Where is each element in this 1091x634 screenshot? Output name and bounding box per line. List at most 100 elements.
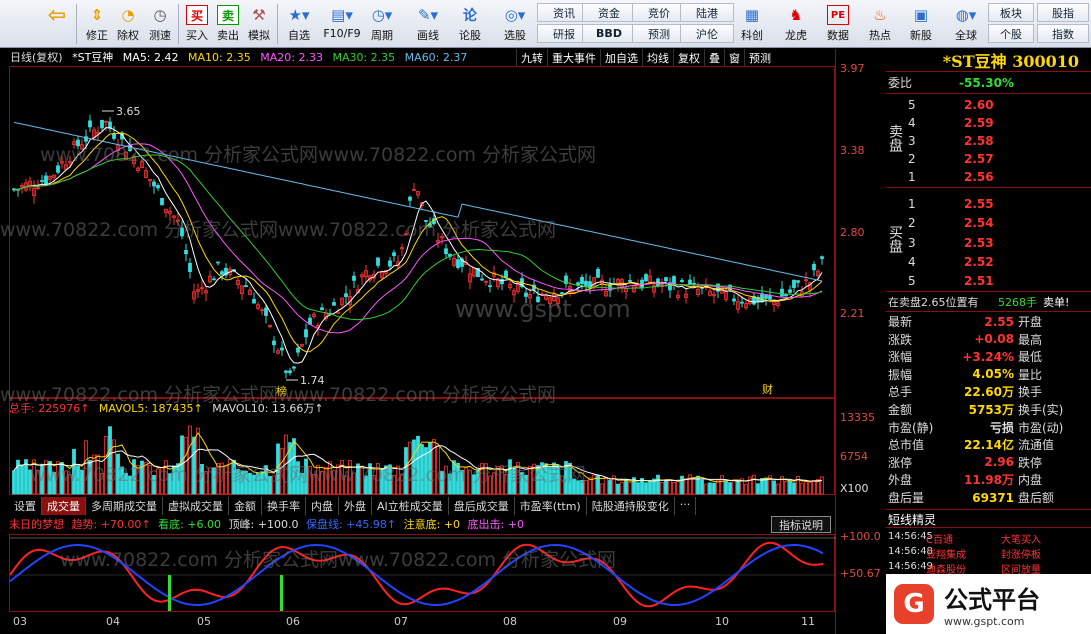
volume-bar (20, 464, 24, 495)
indicator-help-button[interactable]: 指标说明 (771, 516, 831, 533)
buy-row[interactable]: 1 2.55 (886, 195, 1091, 212)
dragon-button[interactable]: ♞ 龙虎 (778, 2, 814, 46)
hot-button[interactable]: ♨ 热点 (862, 2, 898, 46)
volume-bar (648, 481, 652, 495)
candle-body (292, 366, 296, 369)
cmd-overlay[interactable]: 叠 (704, 49, 724, 66)
ma10-line (13, 132, 823, 353)
discuss-button[interactable]: 论论股 (452, 2, 488, 46)
volume-bar (568, 462, 572, 495)
cmd-window[interactable]: 窗 (724, 49, 744, 66)
cmd-nine-turn[interactable]: 九转 (516, 49, 547, 66)
buy-row[interactable]: 4 2.52 (886, 253, 1091, 270)
trade-row[interactable]: 14:56:48 亚翔集成 封涨停板 (886, 546, 1091, 561)
candle-body (388, 260, 392, 267)
kline-panel[interactable]: 3.65 1.74 榜 财 (9, 66, 835, 398)
stat-value: 11.98万 (964, 473, 1014, 488)
tab-amount[interactable]: 金额 (229, 497, 262, 515)
tab-virtual-volume[interactable]: 虚拟成交量 (163, 497, 229, 515)
volume-bar (492, 472, 496, 495)
favorites-button[interactable]: ★▾ 自选 (280, 2, 318, 46)
tab-volume[interactable]: 成交量 (42, 497, 86, 515)
volume-bar (72, 448, 76, 495)
tab-turnover[interactable]: 换手率 (262, 497, 306, 515)
candle-body (504, 270, 508, 279)
sell-row[interactable]: 1 2.56 (886, 168, 1091, 185)
nav-london[interactable]: 沪伦 (680, 24, 734, 43)
buy-level: 1 (908, 196, 916, 211)
cmd-adjust[interactable]: 复权 (673, 49, 704, 66)
candle-body (352, 275, 356, 281)
nav-sector[interactable]: 板块 (988, 3, 1034, 22)
volume-bar (528, 466, 532, 495)
volume-bar (456, 462, 460, 495)
tab-northbound[interactable]: 陆股通持股变化 (587, 497, 675, 515)
exright-button[interactable]: ◔ 除权 (112, 2, 144, 46)
tab-settings[interactable]: 设置 (9, 497, 42, 515)
fix-button[interactable]: ⇕ 修正 (80, 2, 114, 46)
volume-bar (584, 480, 588, 495)
tab-after-hours[interactable]: 盘后成交量 (449, 497, 515, 515)
cmd-ma[interactable]: 均线 (642, 49, 673, 66)
volume-bar (316, 464, 320, 495)
nav-auction[interactable]: 竞价 (632, 3, 686, 22)
volume-bar (52, 471, 56, 495)
volume-bar (372, 475, 376, 495)
cmd-major-events[interactable]: 重大事件 (547, 49, 600, 66)
global-button[interactable]: ◍▾ 全球 (946, 2, 986, 46)
volume-bar (348, 460, 352, 495)
cmd-add-favorite[interactable]: 加自选 (600, 49, 642, 66)
stat-label: 盘后量 (888, 491, 925, 505)
stat-label: 市盈(静) (888, 420, 934, 435)
sell-row[interactable]: 3 2.58 (886, 132, 1091, 149)
back-button[interactable]: ⇦ (44, 2, 70, 46)
nav-stock[interactable]: 个股 (988, 24, 1034, 43)
nav-index-futures[interactable]: 股指 (1037, 3, 1089, 22)
sell-label: 卖出 (217, 29, 239, 42)
volume-bar (104, 436, 108, 495)
cmd-forecast[interactable]: 预测 (744, 49, 775, 66)
sell-button[interactable]: 卖卖出 (212, 2, 244, 46)
nav-bbd[interactable]: BBD (582, 24, 636, 43)
volume-bar (68, 474, 72, 495)
select-button[interactable]: ◎▾ 选股 (496, 2, 534, 46)
sell-row[interactable]: 2 2.57 (886, 150, 1091, 167)
buy-row[interactable]: 5 2.51 (886, 272, 1091, 289)
ma5-label: MA5: 2.42 (122, 51, 179, 64)
new-stock-button[interactable]: ▣ 新股 (903, 2, 939, 46)
simulate-button[interactable]: ⚒ 模拟 (243, 2, 275, 46)
data-button[interactable]: PE 数据 (820, 2, 856, 46)
nav-forecast[interactable]: 预测 (632, 24, 686, 43)
period-button[interactable]: ◷▾ 周期 (364, 2, 400, 46)
speed-button[interactable]: ◷ 测速 (144, 2, 176, 46)
stat-value: 4.05% (972, 367, 1014, 382)
f10-button[interactable]: ▤▾ F10/F9 (320, 2, 364, 46)
candle-body (40, 180, 44, 182)
sell-price: 2.56 (964, 169, 994, 184)
volume-bar (64, 470, 68, 495)
volume-bar (172, 465, 176, 495)
indicator-panel[interactable] (9, 534, 836, 612)
tab-more[interactable]: ··· (675, 497, 697, 515)
trade-time: 14:56:45 (888, 531, 933, 542)
tab-pe-ttm[interactable]: 市盈率(ttm) (515, 497, 587, 515)
buy-row[interactable]: 2 2.54 (886, 214, 1091, 231)
sell-row[interactable]: 4 2.59 (886, 114, 1091, 131)
nav-index[interactable]: 指数 (1037, 24, 1089, 43)
draw-button[interactable]: ✎▾ 画线 (408, 2, 448, 46)
nav-hk[interactable]: 陆港 (680, 3, 734, 22)
tab-outer[interactable]: 外盘 (339, 497, 372, 515)
volume-bar (360, 465, 364, 495)
candle-body (764, 295, 768, 299)
buy-button[interactable]: 买买入 (181, 2, 213, 46)
buy-row[interactable]: 3 2.53 (886, 234, 1091, 251)
volume-bar (176, 463, 180, 495)
candle-body (536, 296, 540, 303)
tab-multi-volume[interactable]: 多周期成交量 (86, 497, 163, 515)
star-board-button[interactable]: ▦ 科创 (734, 2, 770, 46)
tab-inner[interactable]: 内盘 (306, 497, 339, 515)
nav-funds[interactable]: 资金 (582, 3, 636, 22)
tab-ai-volume[interactable]: AI立桩成交量 (372, 497, 449, 515)
trade-row[interactable]: 14:56:45 C百通 大笔买入 (886, 531, 1091, 546)
sell-row[interactable]: 5 2.60 (886, 96, 1091, 113)
